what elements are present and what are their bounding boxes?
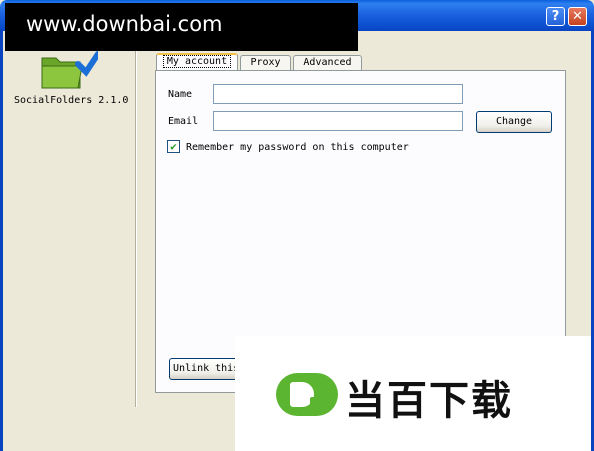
change-button[interactable]: Change	[476, 111, 552, 133]
tab-advanced[interactable]: Advanced	[293, 55, 362, 71]
name-label: Name	[168, 89, 193, 100]
help-button[interactable]: ?	[546, 7, 565, 26]
app-name-label: SocialFolders 2.1.0	[14, 95, 129, 106]
watermark-bottom: 当百下载	[235, 336, 591, 451]
name-field[interactable]	[213, 84, 463, 104]
remember-password-label: Remember my password on this computer	[186, 142, 409, 153]
remember-password-checkbox[interactable]: ✔	[167, 140, 180, 153]
watermark-top: www.downbai.com	[5, 3, 358, 51]
tab-proxy[interactable]: Proxy	[240, 55, 291, 71]
email-label: Email	[168, 116, 199, 127]
sidebar-divider	[135, 31, 137, 407]
folder-check-icon	[41, 51, 98, 89]
email-field[interactable]	[213, 111, 463, 131]
watermark-logo-icon	[276, 373, 338, 416]
tab-my-account[interactable]: My account	[156, 53, 238, 71]
watermark-text: 当百下载	[345, 378, 513, 424]
close-button[interactable]: ✕	[568, 7, 587, 26]
tab-label: My account	[162, 55, 232, 68]
